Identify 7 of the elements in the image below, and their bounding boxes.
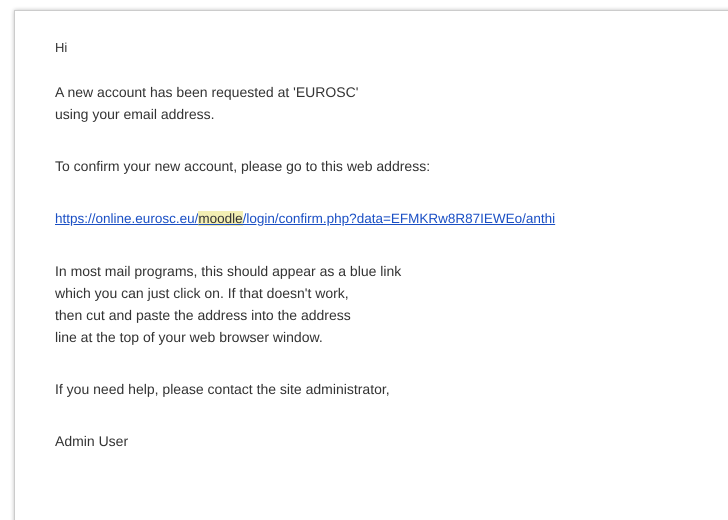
paragraph-text: A new account has been requested at 'EUROSC' using your email address. [55, 83, 360, 124]
paragraph-text: To confirm your new account, please go to this web address: [55, 157, 432, 176]
paragraph-text: If you need help, please contact the site administrator, [55, 380, 391, 399]
confirm-link[interactable]: https://online.eurosc.eu/moodle/login/confirm.php?data=EFMKRw8R87IEWEo/anthi [55, 211, 556, 226]
greeting-text: Hi [55, 41, 68, 55]
paragraph-text: In most mail programs, this should appear as a blue link which you can just click on. If that doesn't work, then cut and paste the address into the address line at the top of your web browser window. [55, 262, 402, 347]
paragraph-text: Admin User [55, 432, 130, 451]
